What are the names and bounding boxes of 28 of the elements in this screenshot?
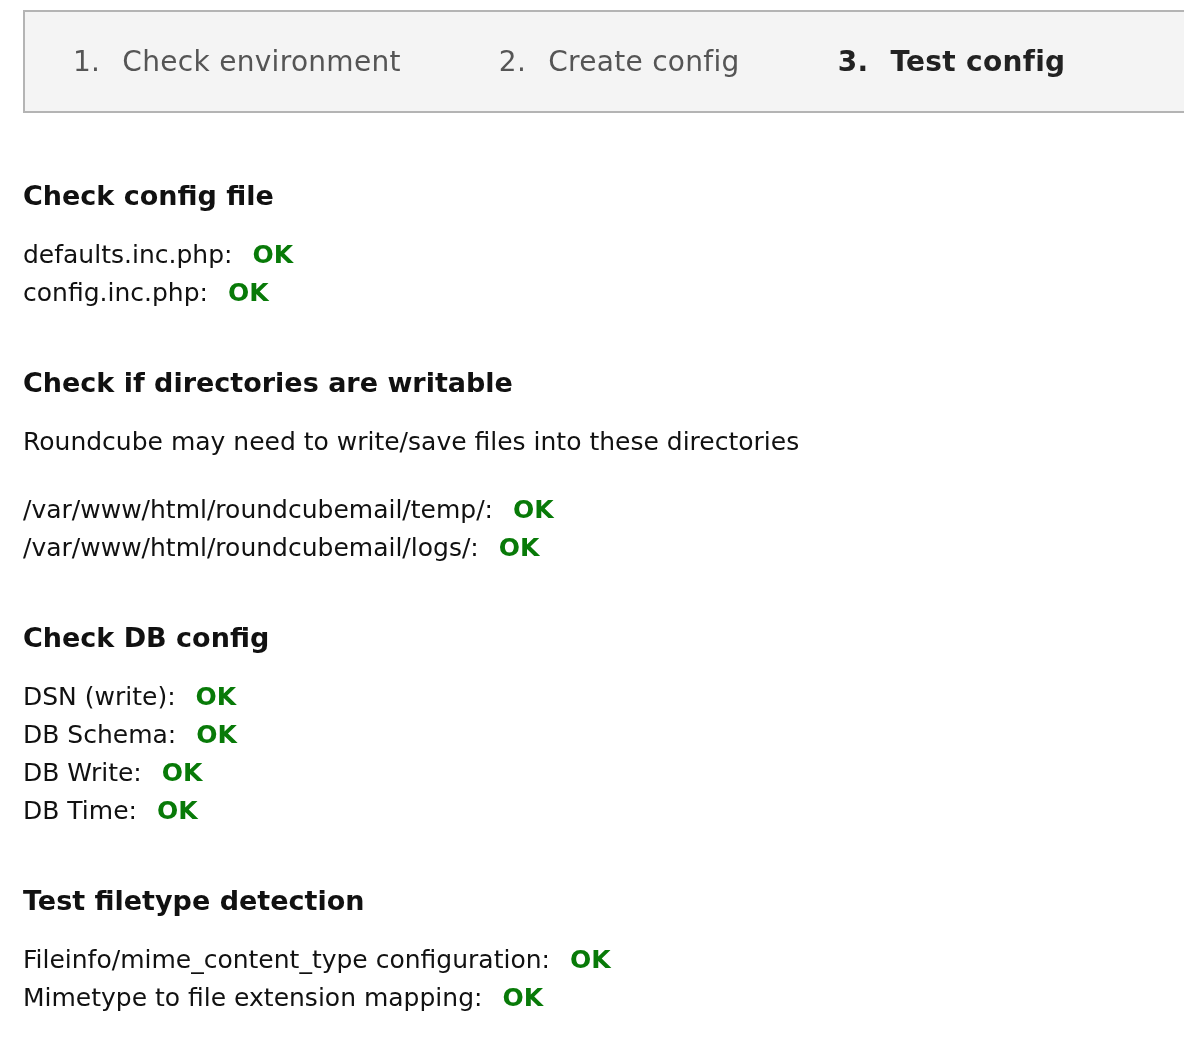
- step-item[interactable]: 1. Check environment: [73, 45, 401, 78]
- check-status: OK: [156, 795, 198, 827]
- check-label: /var/www/html/roundcubemail/logs/:: [23, 532, 479, 564]
- check-label: DB Time:: [23, 795, 137, 827]
- check-status: OK: [513, 494, 554, 526]
- check-label: Fileinfo/mime_content_type configuration:: [23, 944, 550, 976]
- check-status: OK: [196, 719, 237, 751]
- check-label: DSN (write):: [23, 681, 176, 713]
- section-heading: Test filetype detection: [23, 884, 366, 918]
- section-heading: Check if directories are writable: [23, 366, 514, 400]
- check-status: OK: [227, 277, 269, 309]
- section-note: Roundcube may need to write/save files into these directories: [23, 426, 801, 458]
- check-status: OK: [502, 982, 544, 1014]
- check-status: OK: [569, 944, 611, 976]
- check-label: DB Schema:: [23, 719, 177, 751]
- step-item[interactable]: 2. Create config: [498, 45, 740, 78]
- section-heading: Check DB config: [23, 621, 271, 655]
- check-status: OK: [498, 532, 540, 564]
- check-label: config.inc.php:: [23, 277, 208, 309]
- step-item[interactable]: 3. Test config: [837, 45, 1066, 78]
- check-status: OK: [195, 681, 237, 713]
- check-label: /var/www/html/roundcubemail/temp/:: [23, 494, 494, 526]
- section-heading: Check config file: [23, 179, 275, 213]
- check-label: defaults.inc.php:: [23, 239, 233, 271]
- check-label: Mimetype to file extension mapping:: [23, 982, 483, 1014]
- check-status: OK: [252, 239, 294, 271]
- check-label: DB Write:: [23, 757, 142, 789]
- check-status: OK: [161, 757, 203, 789]
